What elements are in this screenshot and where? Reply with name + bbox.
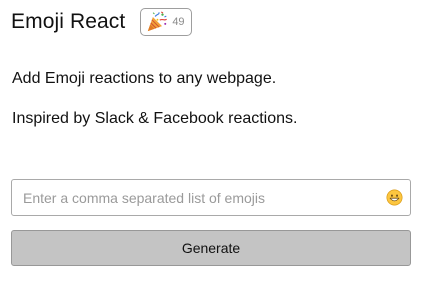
generate-button[interactable]: Generate bbox=[11, 230, 411, 266]
header: Emoji React 49 bbox=[11, 6, 193, 38]
app-title: Emoji React bbox=[11, 10, 126, 33]
description-line-2: Inspired by Slack & Facebook reactions. bbox=[12, 110, 298, 127]
reaction-badge[interactable]: 49 bbox=[140, 8, 193, 36]
smiley-face-icon[interactable] bbox=[386, 189, 403, 206]
description-line-1: Add Emoji reactions to any webpage. bbox=[12, 70, 277, 87]
emoji-input-container bbox=[11, 179, 411, 216]
reaction-count: 49 bbox=[172, 16, 185, 28]
emoji-list-input[interactable] bbox=[12, 180, 372, 215]
page: Emoji React 49 Add Emoji reactions to an… bbox=[0, 0, 428, 297]
party-popper-icon bbox=[148, 11, 168, 32]
